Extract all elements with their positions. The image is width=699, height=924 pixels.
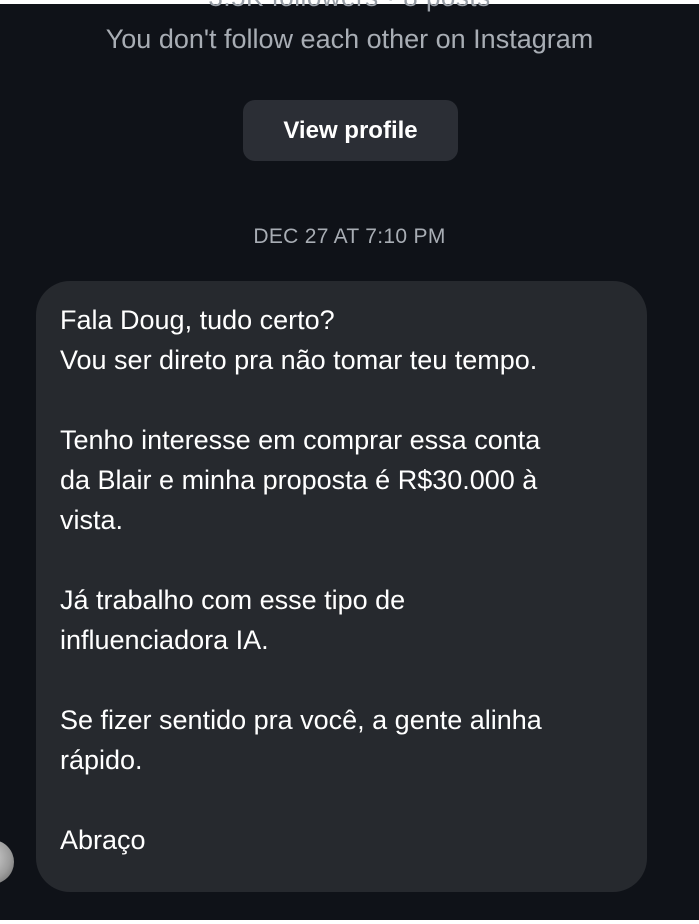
message-bubble[interactable]: Fala Doug, tudo certo? Vou ser direto pr… bbox=[36, 281, 647, 892]
message-line: vista. bbox=[60, 505, 124, 535]
message-line: Já trabalho com esse tipo de bbox=[60, 585, 406, 615]
view-profile-button[interactable]: View profile bbox=[243, 100, 458, 161]
message-line: influenciadora IA. bbox=[60, 625, 269, 655]
message-line: Abraço bbox=[60, 825, 146, 855]
profile-stats: 3.5K followers · 8 posts bbox=[0, 0, 699, 13]
message-timestamp: DEC 27 AT 7:10 PM bbox=[253, 225, 446, 248]
sender-avatar[interactable] bbox=[0, 840, 14, 884]
bottom-edge-divider bbox=[0, 920, 699, 924]
message-line: Se fizer sentido pra você, a gente alinh… bbox=[60, 705, 542, 735]
message-line: Vou ser direto pra não tomar teu tempo. bbox=[60, 345, 538, 375]
dm-thread-screen: 3.5K followers · 8 posts You don't follo… bbox=[0, 0, 699, 924]
message-line: da Blair e minha proposta é R$30.000 à bbox=[60, 465, 538, 495]
message-line: Fala Doug, tudo certo? bbox=[60, 305, 335, 335]
message-line: rápido. bbox=[60, 745, 143, 775]
message-line: Tenho interesse em comprar essa conta bbox=[60, 425, 541, 455]
follow-status-text: You don't follow each other on Instagram bbox=[105, 24, 594, 54]
